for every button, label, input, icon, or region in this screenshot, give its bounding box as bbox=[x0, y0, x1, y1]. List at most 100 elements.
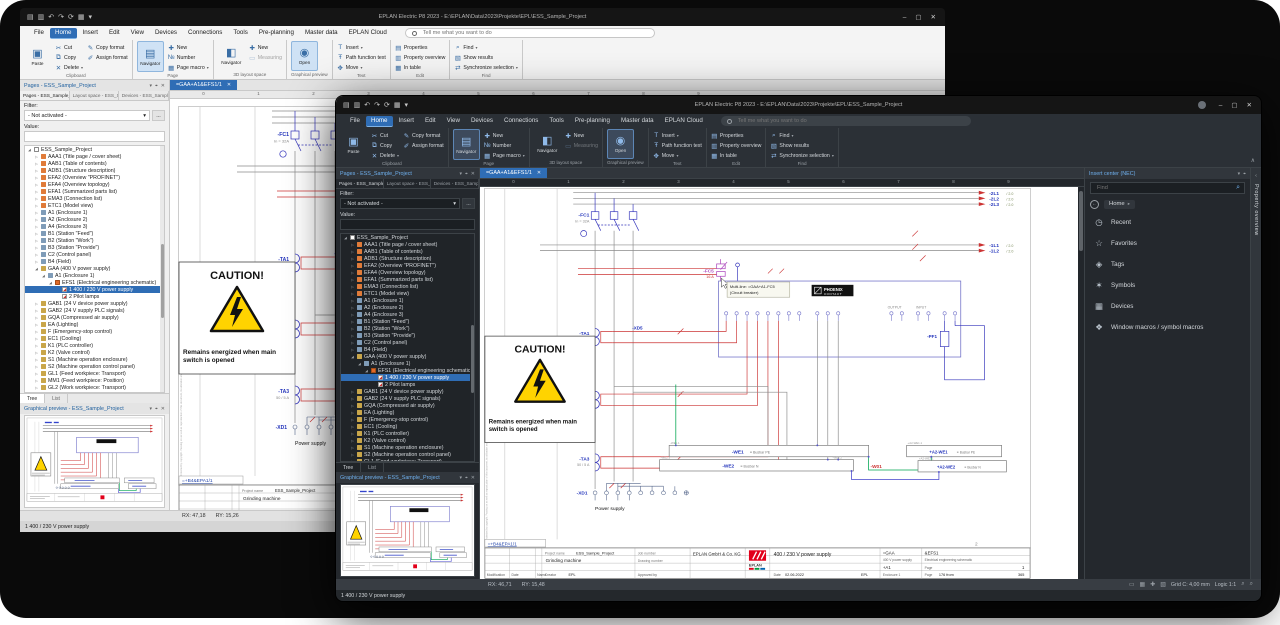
tree-item[interactable]: ▷GAB2 (24 V supply PLC signals) bbox=[341, 395, 474, 402]
insert-center-item-favorites[interactable]: ☆Favorites bbox=[1085, 233, 1250, 254]
panel-header[interactable]: Pages - ESS_Sample_Project ▾ ⌖ ✕ bbox=[336, 168, 479, 179]
new-page-icon[interactable]: ▤ bbox=[27, 13, 34, 21]
expand-icon[interactable]: ▷ bbox=[350, 460, 355, 463]
menu-tab-devices[interactable]: Devices bbox=[150, 28, 182, 39]
schematic-page[interactable]: Protected by copyright. Passing on as we… bbox=[483, 187, 1032, 579]
ribbon-button-paste[interactable]: ▣Paste bbox=[24, 41, 51, 72]
graphical-preview-thumbnail[interactable] bbox=[25, 416, 164, 507]
tree-item[interactable]: 1 400 / 230 V power supply bbox=[25, 286, 164, 293]
zoom-out-icon[interactable]: ⌕ bbox=[1241, 581, 1244, 588]
zoom-in-icon[interactable]: ⌕ bbox=[1250, 581, 1253, 588]
close-icon[interactable]: ✕ bbox=[161, 83, 165, 89]
expand-icon[interactable]: ▷ bbox=[350, 299, 355, 303]
ribbon-button-copy-format[interactable]: ✎Copy format bbox=[403, 131, 444, 140]
tree-item[interactable]: ▷EA (Lighting) bbox=[341, 409, 474, 416]
expand-icon[interactable]: ▷ bbox=[34, 169, 39, 173]
collapse-icon[interactable]: ◢ bbox=[41, 274, 46, 278]
graphical-preview[interactable] bbox=[340, 484, 475, 577]
redo-icon[interactable]: ↷ bbox=[58, 13, 64, 21]
insert-center-item-devices[interactable]: ▦Devices bbox=[1085, 296, 1250, 317]
ribbon-button-new[interactable]: ✚New bbox=[565, 131, 598, 140]
chevron-down-icon[interactable]: ▾ bbox=[459, 475, 462, 481]
expand-icon[interactable]: ▷ bbox=[350, 327, 355, 331]
ribbon-button-number[interactable]: №Number bbox=[484, 141, 525, 150]
expand-icon[interactable]: ▷ bbox=[350, 334, 355, 338]
tree-item[interactable]: ▷ETC1 (Model view) bbox=[341, 290, 474, 297]
ribbon-button-path-function-text[interactable]: ŦPath function text bbox=[337, 53, 386, 62]
expand-icon[interactable]: ▷ bbox=[350, 425, 355, 429]
tab-property-overview[interactable]: Property overview bbox=[1253, 184, 1259, 236]
page-reference-link[interactable]: =+B4&EPA1/1 bbox=[488, 541, 517, 546]
ribbon-button-page-macro[interactable]: ▦Page macro▾ bbox=[484, 151, 525, 160]
menu-tab-pre-planning[interactable]: Pre-planning bbox=[254, 28, 299, 39]
ribbon-button-new[interactable]: ✚New bbox=[249, 43, 282, 52]
insert-center-item-recent[interactable]: ◷Recent bbox=[1085, 212, 1250, 233]
refresh-icon[interactable]: ⟳ bbox=[68, 13, 74, 21]
ribbon-button-property-overview[interactable]: ▥Property overview bbox=[395, 53, 446, 62]
expand-icon[interactable]: ▷ bbox=[350, 320, 355, 324]
expand-icon[interactable]: ▷ bbox=[350, 264, 355, 268]
expand-icon[interactable]: ▷ bbox=[34, 316, 39, 320]
expand-icon[interactable]: ▷ bbox=[34, 309, 39, 313]
tree-item[interactable]: ▷GAB1 (24 V device power supply) bbox=[341, 388, 474, 395]
expand-icon[interactable]: ▷ bbox=[34, 218, 39, 222]
expand-icon[interactable]: ▷ bbox=[34, 365, 39, 369]
menu-tab-file[interactable]: File bbox=[345, 116, 365, 127]
expand-icon[interactable]: ▷ bbox=[34, 197, 39, 201]
expand-icon[interactable]: ▷ bbox=[34, 386, 39, 390]
tree-item[interactable]: ▷EFA2 (Overview "PROFINET") bbox=[25, 174, 164, 181]
tree-item[interactable]: ▷EFA1 (Summarized parts list) bbox=[25, 188, 164, 195]
expand-icon[interactable]: ▷ bbox=[350, 446, 355, 450]
expand-icon[interactable]: ▷ bbox=[350, 271, 355, 275]
menu-tab-file[interactable]: File bbox=[29, 28, 49, 39]
close-icon[interactable]: ✕ bbox=[161, 406, 165, 412]
tree-item[interactable]: ▷S2 (Machine operation control panel) bbox=[341, 451, 474, 458]
ribbon-button-navigator[interactable]: ◧Navigator bbox=[534, 129, 561, 159]
expand-icon[interactable]: ▷ bbox=[350, 390, 355, 394]
tree-item[interactable]: ▷A4 (Enclosure 3) bbox=[25, 223, 164, 230]
expand-icon[interactable]: ▷ bbox=[34, 337, 39, 341]
expand-icon[interactable]: ▷ bbox=[34, 183, 39, 187]
open-project-icon[interactable]: ▥ bbox=[354, 101, 361, 109]
chevron-down-icon[interactable]: ▾ bbox=[149, 406, 152, 412]
ribbon-button-move[interactable]: ✥Move▾ bbox=[653, 151, 702, 160]
expand-icon[interactable]: ▷ bbox=[34, 260, 39, 264]
expand-icon[interactable]: ▷ bbox=[34, 330, 39, 334]
tree-item[interactable]: ▷A1 (Enclosure 1) bbox=[341, 297, 474, 304]
tree-item[interactable]: ▷S1 (Machine operation enclosure) bbox=[341, 444, 474, 451]
tree-item[interactable]: ◢ESS_Sample_Project bbox=[341, 234, 474, 241]
tree-item[interactable]: ▷A4 (Enclosure 3) bbox=[341, 311, 474, 318]
insert-center-search[interactable]: ⌕ bbox=[1090, 182, 1245, 194]
ribbon-button-insert[interactable]: TInsert▾ bbox=[653, 131, 702, 140]
ribbon-button-synchronize-selection[interactable]: ⇄Synchronize selection▾ bbox=[770, 151, 833, 160]
tree-item[interactable]: ▷AAB1 (Table of contents) bbox=[25, 160, 164, 167]
tab-tree[interactable]: Tree bbox=[20, 394, 45, 403]
graphical-preview[interactable] bbox=[24, 415, 165, 508]
expand-icon[interactable]: ▷ bbox=[350, 439, 355, 443]
tree-item[interactable]: ▷GAB1 (24 V device power supply) bbox=[25, 300, 164, 307]
panel-tab-devices-ess-sample[interactable]: Devices - ESS_Sample_... bbox=[431, 179, 479, 188]
insert-center-item-window-macros-symbol-macros[interactable]: ❖Window macros / symbol macros bbox=[1085, 317, 1250, 338]
expand-icon[interactable]: ▷ bbox=[34, 351, 39, 355]
ribbon-button-copy[interactable]: ⧉Copy bbox=[371, 141, 399, 150]
ribbon-button-open[interactable]: ◉Open bbox=[607, 129, 634, 159]
tree-item[interactable]: ▷F (Emergency-stop control) bbox=[25, 328, 164, 335]
ribbon-button-copy[interactable]: ⧉Copy bbox=[55, 53, 83, 62]
collapse-icon[interactable]: ◢ bbox=[343, 236, 348, 240]
chevron-down-icon[interactable]: ▾ bbox=[1238, 171, 1241, 177]
close-button[interactable]: ✕ bbox=[1247, 101, 1252, 109]
collapse-ribbon-icon[interactable]: ∧ bbox=[1251, 157, 1255, 164]
expand-icon[interactable]: ▷ bbox=[34, 246, 39, 250]
search-input[interactable] bbox=[736, 117, 965, 125]
expand-icon[interactable]: ▷ bbox=[34, 211, 39, 215]
minimize-button[interactable]: – bbox=[1219, 102, 1223, 109]
tree-item[interactable]: ▷B2 (Station "Work") bbox=[25, 237, 164, 244]
ribbon-button-cut[interactable]: ✂Cut bbox=[371, 131, 399, 140]
maximize-button[interactable]: ▢ bbox=[1231, 101, 1237, 109]
tree-item[interactable]: ▷GQA (Compressed air supply) bbox=[25, 314, 164, 321]
expand-icon[interactable]: ▷ bbox=[34, 379, 39, 383]
ribbon-button-property-overview[interactable]: ▥Property overview bbox=[711, 141, 762, 150]
ribbon-button-move[interactable]: ✥Move▾ bbox=[337, 63, 386, 72]
tree-item[interactable]: ▷GL1 (Feed workpiece: Transport) bbox=[341, 458, 474, 462]
new-page-icon[interactable]: ▤ bbox=[343, 101, 350, 109]
